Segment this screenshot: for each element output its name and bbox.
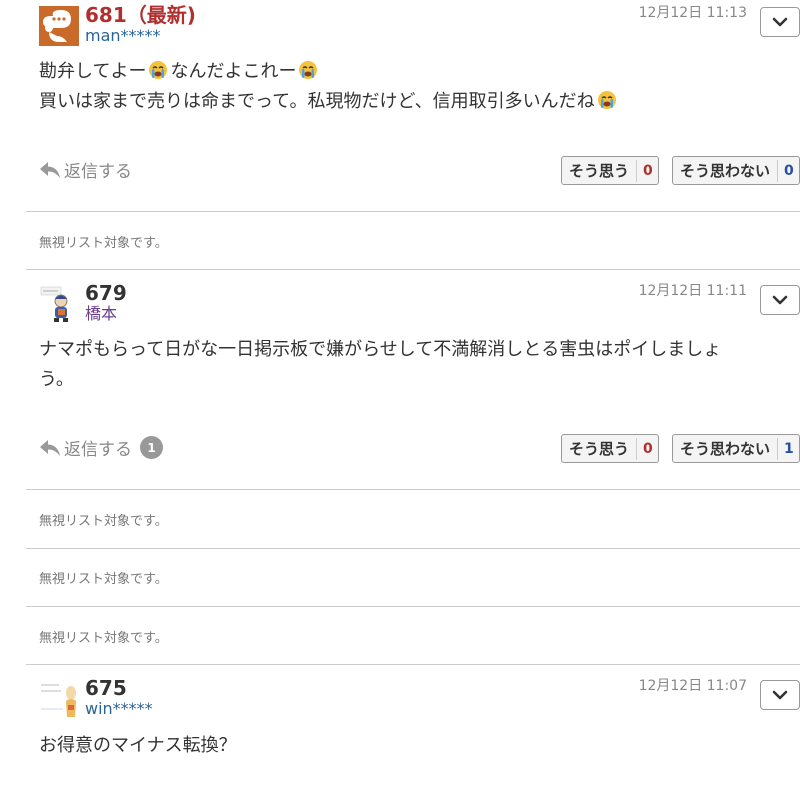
agree-label: そう思う [562,159,638,182]
agree-button[interactable]: そう思う 0 [561,434,659,463]
reply-label: 返信する [64,162,132,182]
ignored-notice: 無視リスト対象です。 [39,631,168,646]
reply-arrow-icon [40,161,60,178]
username[interactable]: man***** [85,26,161,46]
disagree-label: そう思わない [673,159,779,182]
user-avatar[interactable] [39,284,79,324]
agree-count: 0 [643,440,653,457]
crying-face-icon [597,91,616,109]
comment-menu-button[interactable] [760,680,800,710]
comment-number[interactable]: 681（最新) [85,4,196,26]
character-avatar-icon [39,284,79,324]
comment-menu-button[interactable] [760,285,800,315]
crying-face-icon [299,61,318,79]
comment-body: 勘弁してよー なんだよこれー 買いは家まで売りは命までって。私現物だけど、信用取引… [39,57,790,117]
chevron-down-icon [772,17,788,27]
reply-button[interactable]: 返信する 1 [39,435,163,460]
ignored-notice: 無視リスト対象です。 [39,514,168,529]
divider [26,606,800,607]
comment-body: お得意のマイナス転換？ [39,731,790,761]
divider [26,211,800,212]
chevron-down-icon [772,295,788,305]
comment-text: 勘弁してよー [39,61,147,82]
timestamp: 12月12日 11:13 [638,5,747,21]
disagree-button[interactable]: そう思わない 1 [672,434,800,463]
reply-arrow-icon [40,439,60,456]
comment-number[interactable]: 679 [85,282,127,304]
divider [26,548,800,549]
comment-text: 買いは家まで売りは命までって。私現物だけど、信用取引多いんだね [39,91,595,112]
ignored-notice: 無視リスト対象です。 [39,572,168,587]
reply-button[interactable]: 返信する [39,157,132,182]
comment-text: お得意のマイナス転換？ [39,735,237,756]
user-avatar[interactable] [39,679,79,719]
character-avatar-icon [39,679,79,719]
divider [26,664,800,665]
agree-label: そう思う [562,437,638,460]
timestamp: 12月12日 11:11 [638,283,747,299]
comment-text: ナマポもらって日がな一日掲示板で嫌がらせして不満解消しとる害虫はポイしましょ [39,339,722,360]
disagree-count: 1 [784,440,794,457]
agree-button[interactable]: そう思う 0 [561,156,659,185]
speech-bubble-avatar-icon [39,6,79,46]
ignored-notice: 無視リスト対象です。 [39,236,168,251]
username[interactable]: 橋本 [85,304,117,324]
username[interactable]: win***** [85,699,153,719]
comment-number[interactable]: 675 [85,677,127,699]
user-avatar[interactable] [39,6,79,46]
reply-count-badge: 1 [140,436,163,459]
crying-face-icon [149,61,168,79]
disagree-button[interactable]: そう思わない 0 [672,156,800,185]
disagree-count: 0 [784,162,794,179]
disagree-label: そう思わない [673,437,779,460]
divider [26,489,800,490]
chevron-down-icon [772,690,788,700]
comment-text: なんだよこれー [170,61,297,82]
comment-menu-button[interactable] [760,7,800,37]
timestamp: 12月12日 11:07 [638,678,747,694]
agree-count: 0 [643,162,653,179]
comment-body: ナマポもらって日がな一日掲示板で嫌がらせして不満解消しとる害虫はポイしましょ う… [39,335,800,395]
reply-label: 返信する [64,440,132,460]
divider [26,269,800,270]
comment-text: う。 [39,369,74,390]
